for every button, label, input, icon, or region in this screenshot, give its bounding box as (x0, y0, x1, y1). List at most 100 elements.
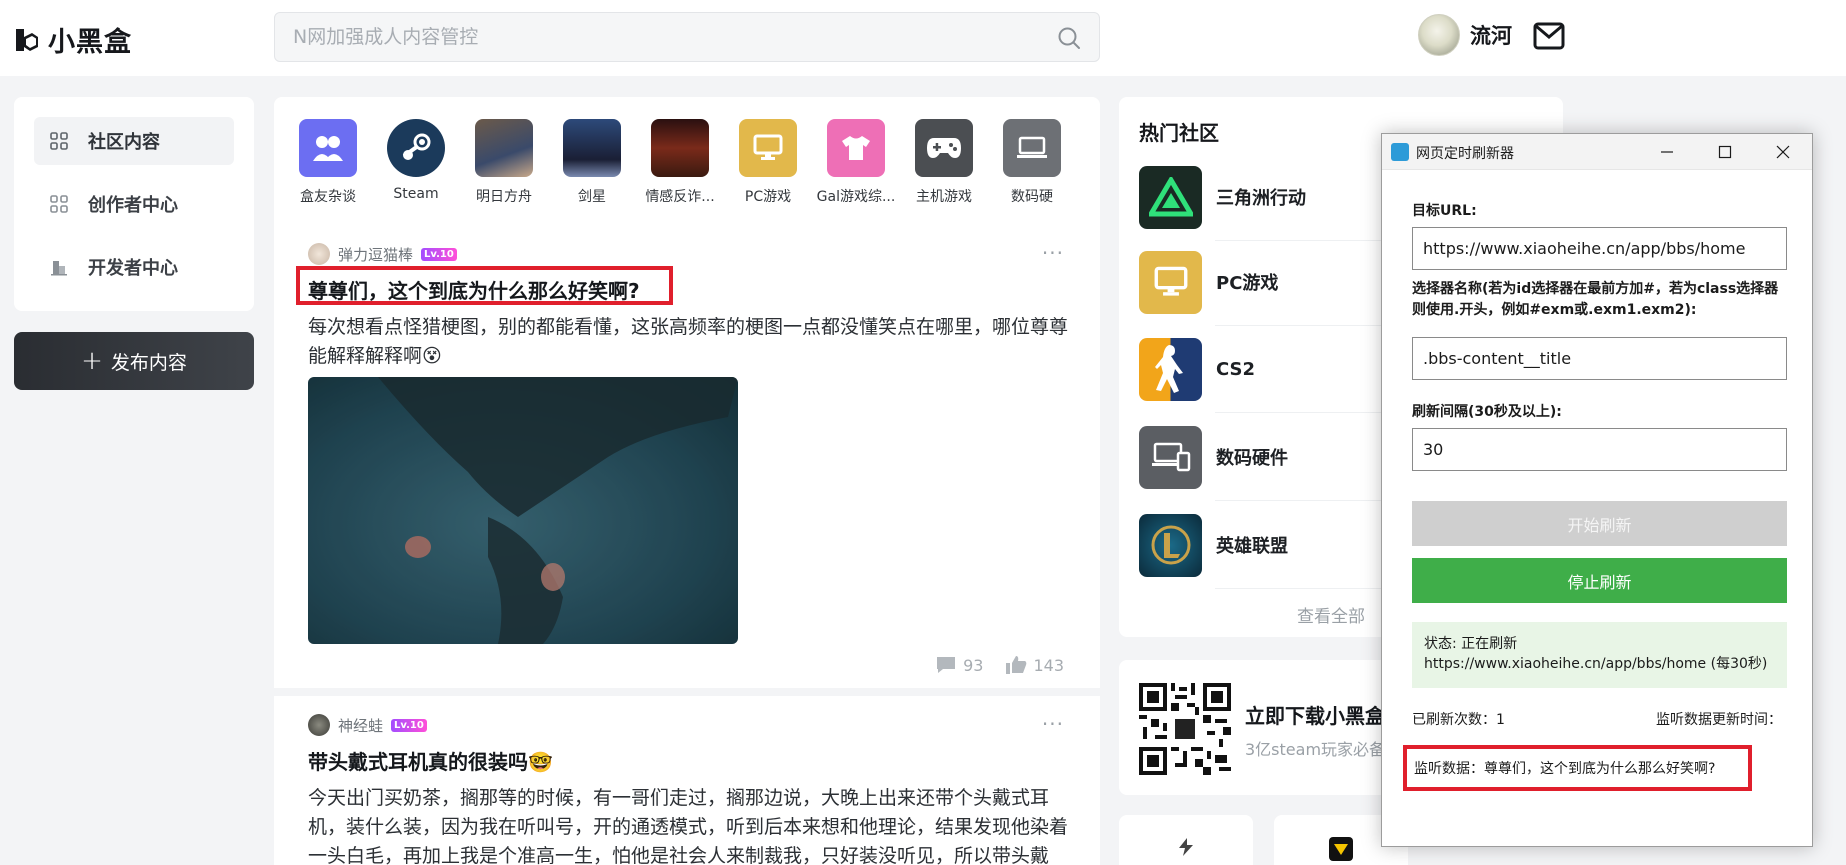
status-url-line: https://www.xiaoheihe.cn/app/bbs/home (每… (1424, 656, 1768, 672)
feed: 盒友杂谈 Steam 明日方舟 剑星 情感反诈... PC游戏 Gal游戏综..… (274, 97, 1100, 865)
channel-label: Gal游戏综... (816, 189, 896, 205)
channel-item[interactable]: 主机游戏 (904, 119, 984, 206)
community-name: CS2 (1216, 358, 1256, 380)
download-title[interactable]: 立即下载小黑盒 (1245, 700, 1385, 729)
maximize-button[interactable] (1696, 134, 1754, 170)
search-bar[interactable] (274, 12, 1100, 62)
nav-item-label: 社区内容 (88, 132, 160, 153)
user-menu[interactable]: 流河 (1418, 14, 1512, 56)
channel-label: 盒友杂谈 (300, 189, 356, 205)
channel-item[interactable]: 数码硬 (992, 119, 1072, 206)
thumbs-up-icon (1006, 656, 1027, 674)
bolt-icon (1179, 838, 1193, 856)
post-title[interactable]: 带头戴式耳机真的很装吗🤓 (308, 746, 553, 775)
nav-item-community[interactable]: 社区内容 (34, 117, 234, 165)
selector-input[interactable] (1412, 337, 1787, 380)
comment-count[interactable]: 93 (935, 655, 983, 675)
post-image[interactable] (308, 377, 738, 644)
interval-input[interactable] (1412, 428, 1787, 471)
community-name: 英雄联盟 (1216, 536, 1288, 557)
search-icon[interactable] (1057, 26, 1081, 50)
anime-girl-icon (475, 119, 533, 177)
search-input[interactable] (293, 23, 1033, 51)
scene-icon (651, 119, 709, 177)
avatar[interactable] (308, 243, 330, 265)
mail-icon[interactable] (1533, 22, 1565, 50)
bolt-tile[interactable] (1119, 815, 1253, 865)
channel-strip: 盒友杂谈 Steam 明日方舟 剑星 情感反诈... PC游戏 Gal游戏综..… (274, 97, 1100, 225)
username[interactable]: 流河 (1470, 20, 1512, 50)
heybox-logo-icon (16, 28, 38, 51)
nav-item-label: 创作者中心 (88, 195, 178, 216)
channel-item[interactable]: 盒友杂谈 (288, 119, 368, 206)
community-name: 三角洲行动 (1216, 188, 1306, 209)
window-title: 网页定时刷新器 (1416, 146, 1514, 162)
community-name: 数码硬件 (1216, 448, 1288, 469)
like-count[interactable]: 143 (1005, 655, 1064, 675)
url-input[interactable] (1412, 227, 1787, 270)
plus-icon: + (81, 346, 103, 376)
channel-label: Steam (393, 186, 439, 202)
post-body[interactable]: 每次想看点怪猎梗图，别的都能看懂，这张高频率的梗图一点都没懂笑点在哪里，哪位尊尊… (308, 313, 1068, 371)
author-name[interactable]: 弹力逗猫棒 (338, 244, 413, 265)
monitor-icon (739, 119, 797, 177)
level-badge: Lv.10 (421, 247, 457, 261)
close-button[interactable] (1754, 134, 1812, 170)
logo[interactable]: 小黑盒 (12, 20, 132, 59)
view-all-link[interactable]: 查看全部 (1297, 602, 1365, 627)
monitor-icon (1139, 250, 1202, 314)
status-box: 状态: 正在刷新 https://www.xiaoheihe.cn/app/bb… (1412, 622, 1787, 688)
window-titlebar[interactable]: 网页定时刷新器 (1382, 134, 1812, 170)
nav-item-developer[interactable]: 开发者中心 (34, 243, 234, 291)
channel-item[interactable]: 剑星 (552, 119, 632, 206)
channel-item[interactable]: 情感反诈... (640, 119, 720, 206)
laptop-icon (1003, 119, 1061, 177)
channel-label: 剑星 (578, 189, 606, 205)
steam-icon (387, 119, 445, 177)
publish-button[interactable]: + 发布内容 (14, 332, 254, 390)
character-icon (563, 119, 621, 177)
refresh-count: 已刷新次数：1 (1412, 712, 1505, 728)
channel-item[interactable]: PC游戏 (728, 119, 808, 206)
community-name: PC游戏 (1216, 273, 1279, 294)
shirt-icon (827, 119, 885, 177)
cs2-icon (1139, 337, 1202, 401)
post-stats: 93 143 (935, 655, 1064, 675)
devices-icon (1139, 425, 1202, 489)
post-card[interactable]: 弹力逗猫棒 Lv.10 ··· 尊尊们，这个到底为什么那么好笑啊? 每次想看点怪… (274, 225, 1100, 688)
logo-text: 小黑盒 (48, 27, 132, 58)
lol-icon (1139, 513, 1202, 577)
left-nav: 社区内容 创作者中心 开发者中心 (14, 97, 254, 311)
download-subtitle: 3亿steam玩家必备 (1245, 740, 1386, 759)
stop-refresh-button[interactable]: 停止刷新 (1412, 558, 1787, 603)
url-label: 目标URL: (1412, 203, 1477, 219)
avatar[interactable] (308, 714, 330, 736)
building-icon (51, 261, 67, 276)
post-body[interactable]: 今天出门买奶茶，搁那等的时候，有一哥们走过，搁那边说，大晚上出来还带个头戴式耳机… (308, 784, 1068, 865)
post-title[interactable]: 尊尊们，这个到底为什么那么好笑啊? (308, 275, 640, 304)
channel-item[interactable]: Gal游戏综... (816, 119, 896, 206)
comment-icon (937, 657, 956, 673)
post-card[interactable]: 神经蛙 Lv.10 ··· 带头戴式耳机真的很装吗🤓 今天出门买奶茶，搁那等的时… (274, 696, 1100, 865)
like-count-value: 143 (1033, 655, 1064, 675)
channel-label: 情感反诈... (645, 189, 715, 205)
avatar[interactable] (1418, 14, 1460, 56)
panel-title: 热门社区 (1139, 121, 1219, 145)
more-icon[interactable]: ··· (1042, 712, 1064, 736)
channel-item[interactable]: 明日方舟 (464, 119, 544, 206)
nav-item-creator[interactable]: 创作者中心 (34, 180, 234, 228)
level-badge: Lv.10 (391, 718, 427, 732)
app-window-icon (1391, 143, 1409, 161)
top-header: 小黑盒 流河 (0, 0, 1846, 76)
selector-label: 选择器名称(若为id选择器在最前方加#，若为class选择器则使用.开头，例如#… (1412, 281, 1779, 318)
maximize-icon (1718, 145, 1732, 159)
gamepad-icon (915, 119, 973, 177)
minimize-button[interactable] (1638, 134, 1696, 170)
status-line: 状态: 正在刷新 (1424, 636, 1518, 652)
app-icon (1329, 837, 1353, 861)
more-icon[interactable]: ··· (1042, 241, 1064, 265)
qr-code-icon (1139, 683, 1231, 775)
start-refresh-button[interactable]: 开始刷新 (1412, 501, 1787, 546)
channel-item[interactable]: Steam (376, 119, 456, 202)
author-name[interactable]: 神经蛙 (338, 715, 383, 736)
